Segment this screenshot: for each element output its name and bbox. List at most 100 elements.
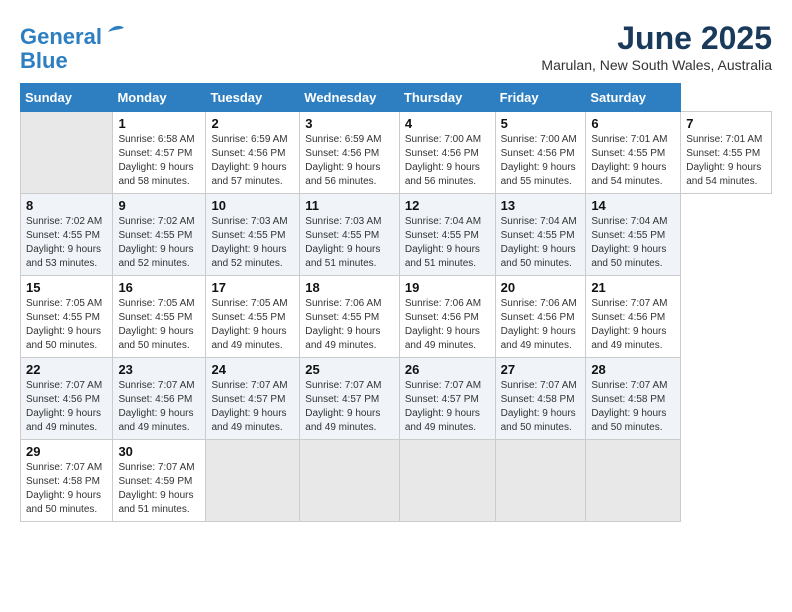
day-info: Sunrise: 7:07 AMSunset: 4:56 PMDaylight:…: [118, 379, 200, 435]
calendar-table: SundayMondayTuesdayWednesdayThursdayFrid…: [20, 83, 772, 522]
day-number: 21: [591, 280, 675, 295]
day-number: 18: [305, 280, 394, 295]
day-info: Sunrise: 7:05 AMSunset: 4:55 PMDaylight:…: [211, 297, 294, 353]
day-info: Sunrise: 7:07 AMSunset: 4:58 PMDaylight:…: [26, 461, 107, 517]
day-number: 2: [211, 116, 294, 131]
day-info: Sunrise: 7:04 AMSunset: 4:55 PMDaylight:…: [591, 215, 675, 271]
calendar-cell: 28Sunrise: 7:07 AMSunset: 4:58 PMDayligh…: [586, 358, 681, 440]
calendar-cell: 18 Sunrise: 7:06 AMSunset: 4:55 PMDayligh…: [300, 276, 400, 358]
calendar-cell: 29Sunrise: 7:07 AMSunset: 4:58 PMDayligh…: [21, 440, 113, 522]
day-info: Sunrise: 7:04 AMSunset: 4:55 PMDaylight:…: [405, 215, 490, 271]
calendar-cell: 6Sunrise: 7:01 AMSunset: 4:55 PMDaylight…: [586, 112, 681, 194]
title-area: June 2025 Marulan, New South Wales, Aust…: [541, 20, 772, 73]
calendar-week-row: 29Sunrise: 7:07 AMSunset: 4:58 PMDayligh…: [21, 440, 772, 522]
calendar-week-row: 22 Sunrise: 7:07 AMSunset: 4:56 PMDayligh…: [21, 358, 772, 440]
day-number: 26: [405, 362, 490, 377]
day-number: 5: [501, 116, 581, 131]
day-info: Sunrise: 7:00 AMSunset: 4:56 PMDaylight:…: [501, 133, 581, 189]
calendar-cell: 5 Sunrise: 7:00 AMSunset: 4:56 PMDaylight…: [495, 112, 586, 194]
day-info: Sunrise: 6:59 AMSunset: 4:56 PMDaylight:…: [211, 133, 294, 189]
calendar-week-row: 8 Sunrise: 7:02 AMSunset: 4:55 PMDaylight…: [21, 194, 772, 276]
day-info: Sunrise: 7:03 AMSunset: 4:55 PMDaylight:…: [211, 215, 294, 271]
calendar-week-row: 15Sunrise: 7:05 AMSunset: 4:55 PMDayligh…: [21, 276, 772, 358]
calendar-cell: 17 Sunrise: 7:05 AMSunset: 4:55 PMDayligh…: [206, 276, 300, 358]
day-info: Sunrise: 7:01 AMSunset: 4:55 PMDaylight:…: [686, 133, 766, 189]
calendar-cell: 3 Sunrise: 6:59 AMSunset: 4:56 PMDaylight…: [300, 112, 400, 194]
column-header-tuesday: Tuesday: [206, 84, 300, 112]
day-info: Sunrise: 7:06 AMSunset: 4:55 PMDaylight:…: [305, 297, 394, 353]
calendar-cell: 9 Sunrise: 7:02 AMSunset: 4:55 PMDaylight…: [113, 194, 206, 276]
calendar-cell: [399, 440, 495, 522]
day-number: 7: [686, 116, 766, 131]
day-info: Sunrise: 7:07 AMSunset: 4:56 PMDaylight:…: [591, 297, 675, 353]
day-info: Sunrise: 7:07 AMSunset: 4:57 PMDaylight:…: [305, 379, 394, 435]
day-info: Sunrise: 7:06 AMSunset: 4:56 PMDaylight:…: [501, 297, 581, 353]
logo-text: General Blue: [20, 20, 128, 73]
day-number: 17: [211, 280, 294, 295]
day-number: 11: [305, 198, 394, 213]
column-header-monday: Monday: [113, 84, 206, 112]
logo-line1: General: [20, 24, 102, 49]
day-number: 3: [305, 116, 394, 131]
calendar-cell: 11 Sunrise: 7:03 AMSunset: 4:55 PMDayligh…: [300, 194, 400, 276]
day-number: 24: [211, 362, 294, 377]
calendar-header-row: SundayMondayTuesdayWednesdayThursdayFrid…: [21, 84, 772, 112]
location: Marulan, New South Wales, Australia: [541, 57, 772, 73]
day-info: Sunrise: 7:04 AMSunset: 4:55 PMDaylight:…: [501, 215, 581, 271]
day-info: Sunrise: 7:05 AMSunset: 4:55 PMDaylight:…: [118, 297, 200, 353]
calendar-cell: 13 Sunrise: 7:04 AMSunset: 4:55 PMDayligh…: [495, 194, 586, 276]
logo-bird-icon: [104, 20, 128, 44]
day-number: 25: [305, 362, 394, 377]
column-header-thursday: Thursday: [399, 84, 495, 112]
calendar-cell: 19 Sunrise: 7:06 AMSunset: 4:56 PMDayligh…: [399, 276, 495, 358]
calendar-cell: 25 Sunrise: 7:07 AMSunset: 4:57 PMDayligh…: [300, 358, 400, 440]
calendar-cell: [21, 112, 113, 194]
day-number: 13: [501, 198, 581, 213]
day-info: Sunrise: 7:07 AMSunset: 4:58 PMDaylight:…: [591, 379, 675, 435]
day-number: 27: [501, 362, 581, 377]
calendar-cell: 12 Sunrise: 7:04 AMSunset: 4:55 PMDayligh…: [399, 194, 495, 276]
day-number: 9: [118, 198, 200, 213]
day-info: Sunrise: 7:03 AMSunset: 4:55 PMDaylight:…: [305, 215, 394, 271]
header: General Blue June 2025 Marulan, New Sout…: [20, 20, 772, 73]
month-year: June 2025: [541, 20, 772, 57]
day-info: Sunrise: 7:02 AMSunset: 4:55 PMDaylight:…: [26, 215, 107, 271]
day-info: Sunrise: 7:07 AMSunset: 4:57 PMDaylight:…: [211, 379, 294, 435]
day-number: 6: [591, 116, 675, 131]
calendar-cell: 16Sunrise: 7:05 AMSunset: 4:55 PMDayligh…: [113, 276, 206, 358]
day-info: Sunrise: 6:59 AMSunset: 4:56 PMDaylight:…: [305, 133, 394, 189]
day-info: Sunrise: 7:06 AMSunset: 4:56 PMDaylight:…: [405, 297, 490, 353]
calendar-cell: 26 Sunrise: 7:07 AMSunset: 4:57 PMDayligh…: [399, 358, 495, 440]
calendar-week-row: 1 Sunrise: 6:58 AMSunset: 4:57 PMDaylight…: [21, 112, 772, 194]
day-number: 20: [501, 280, 581, 295]
day-info: Sunrise: 7:07 AMSunset: 4:57 PMDaylight:…: [405, 379, 490, 435]
calendar-cell: 30 Sunrise: 7:07 AMSunset: 4:59 PMDayligh…: [113, 440, 206, 522]
column-header-friday: Friday: [495, 84, 586, 112]
calendar-cell: 23Sunrise: 7:07 AMSunset: 4:56 PMDayligh…: [113, 358, 206, 440]
calendar-cell: [495, 440, 586, 522]
calendar-cell: 24 Sunrise: 7:07 AMSunset: 4:57 PMDayligh…: [206, 358, 300, 440]
calendar-cell: 8 Sunrise: 7:02 AMSunset: 4:55 PMDaylight…: [21, 194, 113, 276]
day-number: 19: [405, 280, 490, 295]
day-info: Sunrise: 6:58 AMSunset: 4:57 PMDaylight:…: [118, 133, 200, 189]
day-info: Sunrise: 7:05 AMSunset: 4:55 PMDaylight:…: [26, 297, 107, 353]
calendar-cell: 7 Sunrise: 7:01 AMSunset: 4:55 PMDaylight…: [681, 112, 772, 194]
day-number: 12: [405, 198, 490, 213]
day-info: Sunrise: 7:07 AMSunset: 4:58 PMDaylight:…: [501, 379, 581, 435]
day-info: Sunrise: 7:00 AMSunset: 4:56 PMDaylight:…: [405, 133, 490, 189]
day-number: 1: [118, 116, 200, 131]
calendar-cell: [300, 440, 400, 522]
calendar-cell: 14Sunrise: 7:04 AMSunset: 4:55 PMDayligh…: [586, 194, 681, 276]
day-info: Sunrise: 7:07 AMSunset: 4:59 PMDaylight:…: [118, 461, 200, 517]
column-header-wednesday: Wednesday: [300, 84, 400, 112]
day-number: 8: [26, 198, 107, 213]
day-number: 10: [211, 198, 294, 213]
day-number: 30: [118, 444, 200, 459]
logo: General Blue: [20, 20, 128, 73]
calendar-cell: 10 Sunrise: 7:03 AMSunset: 4:55 PMDayligh…: [206, 194, 300, 276]
calendar-cell: 1 Sunrise: 6:58 AMSunset: 4:57 PMDaylight…: [113, 112, 206, 194]
calendar-cell: [206, 440, 300, 522]
calendar-cell: [586, 440, 681, 522]
day-number: 22: [26, 362, 107, 377]
day-info: Sunrise: 7:02 AMSunset: 4:55 PMDaylight:…: [118, 215, 200, 271]
